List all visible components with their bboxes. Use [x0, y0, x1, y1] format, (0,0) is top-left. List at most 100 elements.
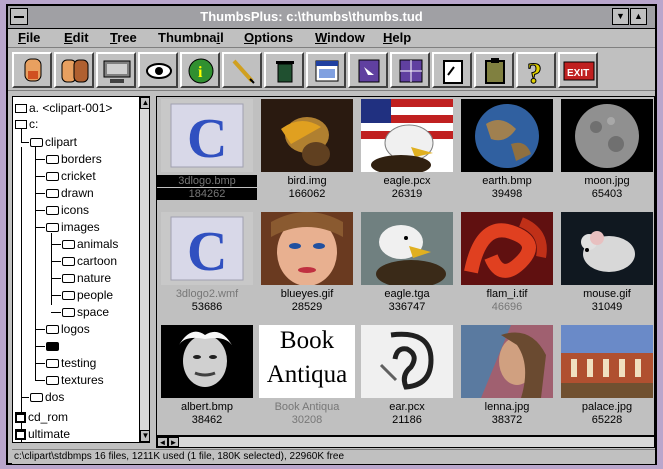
toolbar: i ? EXIT	[8, 48, 655, 91]
scroll-left-button[interactable]: ◄	[157, 437, 168, 447]
tree-folder-clipart[interactable]: clipart	[30, 135, 77, 149]
tree-folder-borders[interactable]: borders	[46, 152, 102, 166]
folder-icon	[62, 240, 75, 249]
tree-folder-testing[interactable]: testing	[46, 356, 96, 370]
folder-icon	[62, 257, 75, 266]
menu-tree[interactable]: Tree	[110, 30, 137, 45]
tree-folder-stdbmps[interactable]: stdbmps	[46, 339, 106, 353]
tree-folder-textures[interactable]: textures	[46, 373, 104, 387]
window-button[interactable]	[306, 52, 346, 88]
thumbnail-filename: earth.bmp	[482, 175, 532, 187]
thumbnail-filesize: 38462	[191, 414, 223, 426]
tree-folder-space[interactable]: space	[62, 305, 109, 319]
thumbnail-image	[461, 212, 553, 285]
tree-folder-cartoon[interactable]: cartoon	[62, 254, 117, 268]
thumbnail-item[interactable]: moon.jpg 65403	[557, 97, 654, 210]
thumbnail-item[interactable]: eagle.pcx 26319	[357, 97, 457, 210]
menu-options[interactable]: Options	[244, 30, 293, 45]
title-bar[interactable]: ThumbsPlus: c:\thumbs\thumbs.tud ▼ ▲	[8, 6, 655, 29]
tree-folder-icons[interactable]: icons	[46, 203, 89, 217]
menu-window[interactable]: Window	[315, 30, 365, 45]
network-drive-icon	[15, 429, 26, 440]
thumbnail-item[interactable]: C 3dlogo.bmp 184262	[157, 97, 257, 210]
arrow-button[interactable]	[348, 52, 388, 88]
menu-thumbnail[interactable]: Thumbnail	[158, 30, 224, 45]
svg-text:C: C	[187, 221, 227, 283]
thumbnail-item[interactable]: C 3dlogo2.wmf 53686	[157, 210, 257, 323]
grid-icon	[399, 59, 423, 83]
edit-button[interactable]	[222, 52, 262, 88]
exit-icon: EXIT	[563, 61, 595, 81]
delete-button[interactable]	[264, 52, 304, 88]
thumbnail-item[interactable]: albert.bmp 38462	[157, 323, 257, 435]
scroll-up-button[interactable]: ▲	[140, 97, 149, 109]
thumbnail-item[interactable]: eagle.tga 336747	[357, 210, 457, 323]
info-icon: i	[188, 58, 214, 84]
thumbnail-item[interactable]: Book Antiqua Book Antiqua 30208	[257, 323, 357, 435]
minimize-button[interactable]: ▼	[612, 8, 629, 25]
folder-icon	[46, 325, 59, 334]
clipboard-button[interactable]	[432, 52, 472, 88]
tree-folder-drawn[interactable]: drawn	[46, 186, 94, 200]
monitor-icon	[103, 60, 131, 83]
thumbnail-item[interactable]: bird.img 166062	[257, 97, 357, 210]
thumbnail-image	[461, 325, 553, 398]
monitor-button[interactable]	[96, 52, 136, 88]
horizontal-scrollbar[interactable]: ◄ ►	[156, 436, 655, 448]
tree-folder-people[interactable]: people	[62, 288, 113, 302]
tree-drive-ultimate[interactable]: ultimate	[15, 427, 70, 441]
tree-drive-a[interactable]: a. <clipart-001>	[15, 101, 112, 115]
paste-button[interactable]	[474, 52, 514, 88]
folders-button[interactable]	[54, 52, 94, 88]
tree-folder-cricket[interactable]: cricket	[46, 169, 96, 183]
tree-drive-c[interactable]: c:	[15, 117, 38, 131]
folder-icon	[62, 274, 75, 283]
font-preview-line1: Book	[279, 327, 335, 354]
thumbnail-image	[261, 212, 353, 285]
thumbnail-item[interactable]: lenna.jpg 38372	[457, 323, 557, 435]
thumbnail-image	[561, 212, 653, 285]
thumbnail-image: C	[161, 99, 253, 172]
thumbnail-item[interactable]: blueyes.gif 28529	[257, 210, 357, 323]
open-folder-button[interactable]	[12, 52, 52, 88]
maximize-button[interactable]: ▲	[630, 8, 647, 25]
thumbnail-item[interactable]: mouse.gif 31049	[557, 210, 654, 323]
thumbnail-filename: flam_i.tif	[486, 288, 528, 300]
thumbnail-filename: 3dlogo.bmp	[157, 175, 257, 187]
tree-folder-animals[interactable]: animals	[62, 237, 118, 251]
thumbnail-filesize: 28529	[291, 301, 323, 313]
grid-button[interactable]	[390, 52, 430, 88]
clipboard-icon	[443, 60, 463, 84]
tree-folder-dos[interactable]: dos	[30, 390, 64, 404]
folder-icon	[46, 189, 59, 198]
tree-folder-nature[interactable]: nature	[62, 271, 111, 285]
info-button[interactable]: i	[180, 52, 220, 88]
cd-drive-icon	[15, 412, 26, 423]
window-icon	[315, 60, 339, 82]
folder-tree[interactable]: a. <clipart-001> c: clipart borders cric…	[12, 96, 150, 443]
menu-file[interactable]: File	[18, 30, 40, 45]
thumbnail-item[interactable]: ear.pcx 21186	[357, 323, 457, 435]
thumbnail-image	[261, 99, 353, 172]
view-button[interactable]	[138, 52, 178, 88]
thumbnail-item[interactable]: palace.jpg 65228	[557, 323, 654, 435]
menu-help[interactable]: Help	[383, 30, 411, 45]
help-button[interactable]: ?	[516, 52, 556, 88]
thumbnail-image: Book Antiqua	[259, 325, 355, 398]
tree-drive-cd-rom[interactable]: cd_rom	[15, 410, 68, 424]
thumbnail-filesize: 31049	[591, 301, 623, 313]
thumbnail-item[interactable]: flam_i.tif 46696	[457, 210, 557, 323]
menu-edit[interactable]: Edit	[64, 30, 89, 45]
paste-icon	[485, 58, 505, 84]
scroll-down-button[interactable]: ▼	[140, 430, 149, 442]
tree-vertical-scrollbar[interactable]: ▲ ▼	[139, 97, 149, 442]
thumbnail-image	[461, 99, 553, 172]
tree-folder-logos[interactable]: logos	[46, 322, 90, 336]
tree-folder-images[interactable]: images	[46, 220, 100, 234]
scroll-right-button[interactable]: ►	[168, 437, 179, 447]
thumbnail-filename: blueyes.gif	[280, 288, 334, 300]
thumbnail-grid[interactable]: C 3dlogo.bmp 184262 bird.img 166062 eagl…	[156, 96, 655, 436]
exit-button[interactable]: EXIT	[558, 52, 598, 88]
thumbnail-item[interactable]: earth.bmp 39498	[457, 97, 557, 210]
thumbnail-filesize: 166062	[288, 188, 326, 200]
